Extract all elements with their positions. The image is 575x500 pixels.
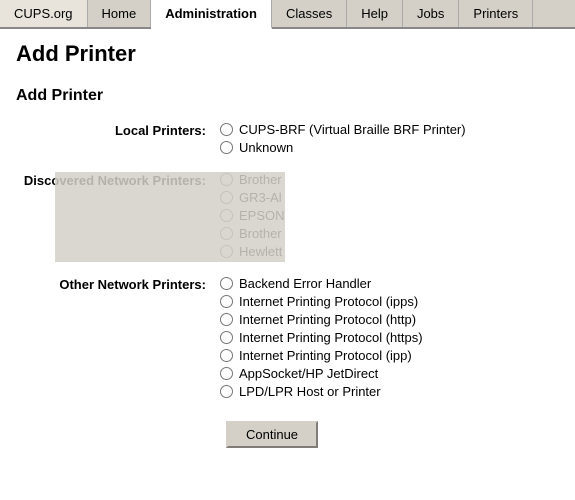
page-title: Add Printer [16, 41, 559, 67]
label-ipp-ipp[interactable]: Internet Printing Protocol (ipp) [239, 348, 412, 363]
radio-ipp-https[interactable] [220, 331, 233, 344]
label-unknown[interactable]: Unknown [239, 140, 293, 155]
radio-row-ipp-ipps: Internet Printing Protocol (ipps) [220, 294, 553, 309]
label-ipp-http[interactable]: Internet Printing Protocol (http) [239, 312, 416, 327]
discovered-printers-options: Brother GR3-Al EPSON Brother [216, 169, 559, 265]
radio-row-cups-brf: CUPS-BRF (Virtual Braille BRF Printer) [220, 122, 553, 137]
radio-ipp-ipp[interactable] [220, 349, 233, 362]
label-ipp-https[interactable]: Internet Printing Protocol (https) [239, 330, 423, 345]
other-printers-options: Backend Error Handler Internet Printing … [216, 273, 559, 405]
radio-unknown[interactable] [220, 141, 233, 154]
radio-lpd-lpr[interactable] [220, 385, 233, 398]
radio-row-ipp-https: Internet Printing Protocol (https) [220, 330, 553, 345]
nav-printers[interactable]: Printers [459, 0, 533, 27]
other-printers-row: Other Network Printers: Backend Error Ha… [16, 273, 559, 405]
label-backend-error[interactable]: Backend Error Handler [239, 276, 371, 291]
add-printer-form: Local Printers: CUPS-BRF (Virtual Braill… [16, 119, 559, 405]
nav-cups-org[interactable]: CUPS.org [0, 0, 88, 27]
radio-row-backend-error: Backend Error Handler [220, 276, 553, 291]
radio-backend-error[interactable] [220, 277, 233, 290]
radio-ipp-http[interactable] [220, 313, 233, 326]
local-printers-options: CUPS-BRF (Virtual Braille BRF Printer) U… [216, 119, 559, 161]
button-row: Continue [16, 421, 559, 448]
discovered-printers-row: Discovered Network Printers: Brother GR3… [16, 169, 559, 265]
blur-overlay [55, 172, 285, 262]
label-ipp-ipps[interactable]: Internet Printing Protocol (ipps) [239, 294, 418, 309]
radio-row-ipp-ipp: Internet Printing Protocol (ipp) [220, 348, 553, 363]
nav-jobs[interactable]: Jobs [403, 0, 459, 27]
nav-home[interactable]: Home [88, 0, 152, 27]
radio-cups-brf[interactable] [220, 123, 233, 136]
radio-row-lpd-lpr: LPD/LPR Host or Printer [220, 384, 553, 399]
label-appsocket[interactable]: AppSocket/HP JetDirect [239, 366, 378, 381]
discovered-printers-container: Brother GR3-Al EPSON Brother [220, 172, 285, 262]
radio-ipp-ipps[interactable] [220, 295, 233, 308]
label-lpd-lpr[interactable]: LPD/LPR Host or Printer [239, 384, 381, 399]
local-printers-row: Local Printers: CUPS-BRF (Virtual Braill… [16, 119, 559, 161]
section-title: Add Printer [16, 87, 559, 105]
local-printers-label: Local Printers: [16, 119, 216, 161]
label-cups-brf[interactable]: CUPS-BRF (Virtual Braille BRF Printer) [239, 122, 466, 137]
spacer-row-2 [16, 265, 559, 273]
nav-classes[interactable]: Classes [272, 0, 347, 27]
nav-administration[interactable]: Administration [151, 0, 272, 29]
main-nav: CUPS.org Home Administration Classes Hel… [0, 0, 575, 29]
nav-help[interactable]: Help [347, 0, 403, 27]
page-content: Add Printer Add Printer Local Printers: … [0, 29, 575, 460]
radio-row-unknown: Unknown [220, 140, 553, 155]
radio-row-ipp-http: Internet Printing Protocol (http) [220, 312, 553, 327]
spacer-row-1 [16, 161, 559, 169]
radio-row-appsocket: AppSocket/HP JetDirect [220, 366, 553, 381]
continue-button[interactable]: Continue [226, 421, 318, 448]
other-printers-label: Other Network Printers: [16, 273, 216, 405]
radio-appsocket[interactable] [220, 367, 233, 380]
